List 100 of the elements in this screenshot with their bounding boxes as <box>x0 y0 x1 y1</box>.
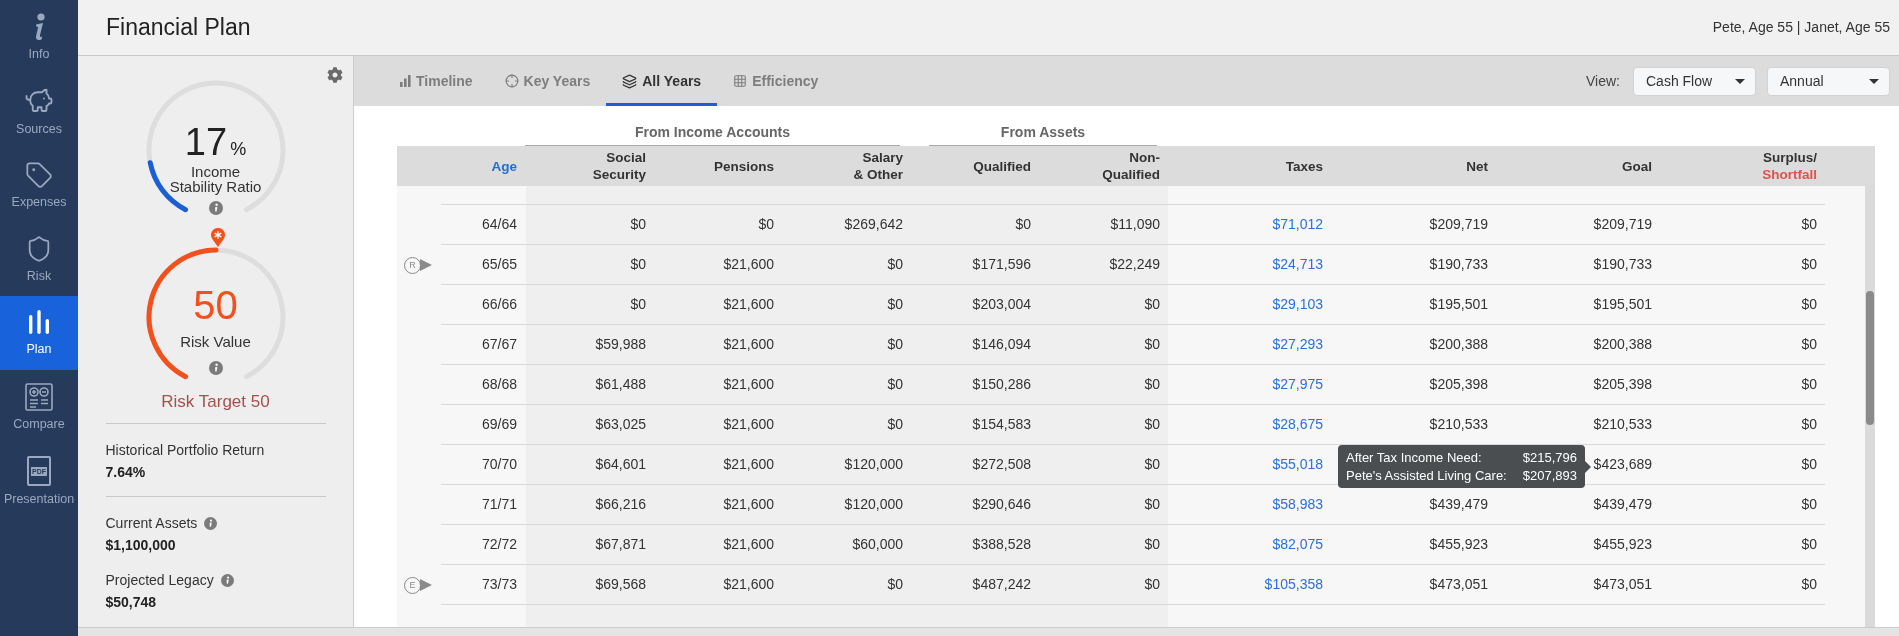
table-cell-text: $209,719 <box>1593 215 1652 234</box>
table-cell-text: $0 <box>887 255 903 274</box>
table-cell-text: $0 <box>1144 415 1160 434</box>
tax-link[interactable]: $27,975 <box>1272 374 1323 395</box>
table-cell-text: 69/69 <box>481 415 517 434</box>
nav-item[interactable]: Risk <box>0 222 78 296</box>
page-title: Financial Plan <box>106 13 251 43</box>
stat-label: Projected Legacy <box>105 571 214 589</box>
row-marker: R <box>404 256 421 274</box>
table-cell-text: $0 <box>1801 415 1817 434</box>
table-cell-text: $0 <box>1144 375 1160 394</box>
tab[interactable]: Efficiency <box>717 56 835 106</box>
info-icon <box>208 361 223 375</box>
risk-target-label: Risk Target 50 <box>161 392 270 412</box>
table-cell-text: $0 <box>887 575 903 594</box>
table-cell-text: $200,388 <box>1593 335 1652 354</box>
dropdown[interactable]: Annual <box>1767 66 1890 96</box>
dropdown[interactable]: Cash Flow <box>1633 66 1756 96</box>
table-cell-text: $203,004 <box>972 295 1031 314</box>
table-cell-text: 70/70 <box>481 455 517 474</box>
table-cell-text: $146,094 <box>972 335 1031 354</box>
table-cell-text: $487,242 <box>972 575 1031 594</box>
table-cell-text: $150,286 <box>972 375 1031 394</box>
stat-value: $50,748 <box>105 593 158 611</box>
nav-item[interactable]: Compare <box>0 370 78 444</box>
column-header: Net <box>1465 157 1489 176</box>
table-cell-text: $388,528 <box>972 535 1031 554</box>
table-cell-text: $473,051 <box>1429 575 1488 594</box>
table-cell-text: $190,733 <box>1429 255 1488 274</box>
tax-link[interactable]: $28,675 <box>1272 414 1323 435</box>
table-cell-text: $21,600 <box>723 575 774 594</box>
table-cell-text: $0 <box>1144 295 1160 314</box>
tax-link[interactable]: $105,358 <box>1264 574 1323 595</box>
tooltip-value: $215,796 <box>1522 448 1577 467</box>
column-header: Surplus/ Shortfall <box>1761 149 1818 184</box>
table-cell-text: $0 <box>1801 375 1817 394</box>
table-cell-text: 67/67 <box>481 335 517 354</box>
tax-link[interactable]: $27,293 <box>1272 334 1323 355</box>
table-cell-text: $290,646 <box>972 495 1031 514</box>
nav-item[interactable]: Plan <box>0 296 78 370</box>
column-header: Taxes <box>1284 157 1324 176</box>
table-cell-text: $0 <box>1015 215 1031 234</box>
table-cell-text: $205,398 <box>1429 375 1488 394</box>
comparison-sheet-icon <box>25 383 53 411</box>
table-cell-text: $210,533 <box>1429 415 1488 434</box>
tooltip-label: After Tax Income Need: <box>1346 448 1482 467</box>
info-icon <box>208 201 223 215</box>
table-cell-text: $171,596 <box>972 255 1031 274</box>
table-cell-text: $0 <box>1144 495 1160 514</box>
table-cell-text: $60,000 <box>852 535 903 554</box>
table-cell-text: $272,508 <box>972 455 1031 474</box>
tax-link[interactable]: $58,983 <box>1272 494 1323 515</box>
tooltip-label: Pete's Assisted Living Care: <box>1346 466 1507 485</box>
table-cell-text: $63,025 <box>595 415 646 434</box>
column-header[interactable]: Age <box>441 146 525 186</box>
scrollbar-track[interactable] <box>1865 186 1875 627</box>
table-cell-text: $0 <box>1144 535 1160 554</box>
caret-icon <box>1735 78 1745 84</box>
settings-icon[interactable] <box>327 67 343 83</box>
tax-link[interactable]: $82,075 <box>1272 534 1323 555</box>
table-cell-text: $61,488 <box>595 375 646 394</box>
table-cell-text: 72/72 <box>481 535 517 554</box>
scrollbar-thumb[interactable] <box>1866 291 1874 425</box>
tax-link[interactable]: $29,103 <box>1272 294 1323 315</box>
layers-icon <box>622 73 638 89</box>
table-cell-text: $69,568 <box>595 575 646 594</box>
table-cell-text: $154,583 <box>972 415 1031 434</box>
stat-value: $1,100,000 <box>105 536 177 554</box>
tab[interactable]: Timeline <box>384 56 489 106</box>
tab[interactable]: Key Years <box>488 56 607 106</box>
table-cell-text: $66,216 <box>595 495 646 514</box>
table-cell-text: $0 <box>630 295 646 314</box>
table-cell-text: $0 <box>887 415 903 434</box>
table-cell-text: $269,642 <box>844 215 903 234</box>
table-cell-text: $59,988 <box>595 335 646 354</box>
target-pin-icon <box>211 228 225 247</box>
tax-link[interactable]: $71,012 <box>1272 214 1323 235</box>
bar-chart-icon <box>26 310 52 336</box>
table-cell-text: 73/73 <box>481 575 517 594</box>
tax-link[interactable]: $55,018 <box>1272 454 1323 475</box>
table-cell-text: $195,501 <box>1429 295 1488 314</box>
table-cell-text: $0 <box>887 335 903 354</box>
nav-item[interactable]: Sources <box>0 74 78 148</box>
table-cell-text: 64/64 <box>481 215 517 234</box>
column-header: Salary & Other <box>852 149 904 184</box>
table-cell-text: $0 <box>1801 455 1817 474</box>
stat-label: Current Assets <box>105 514 198 532</box>
table-cell-text: $0 <box>630 215 646 234</box>
table-cell-text: $21,600 <box>723 535 774 554</box>
column-header: Goal <box>1621 157 1653 176</box>
nav-item[interactable]: Info <box>0 0 78 74</box>
bar-chart-icon <box>400 75 411 87</box>
tax-link[interactable]: $24,713 <box>1272 254 1323 275</box>
table-cell-text: $0 <box>758 215 774 234</box>
stat-label: Historical Portfolio Return <box>105 441 265 459</box>
nav-item[interactable]: Expenses <box>0 148 78 222</box>
gauge-value: 17% <box>184 123 247 161</box>
table-cell-text: $0 <box>1801 295 1817 314</box>
pointer-triangle-icon <box>420 259 432 271</box>
table-cell-text: $200,388 <box>1429 335 1488 354</box>
